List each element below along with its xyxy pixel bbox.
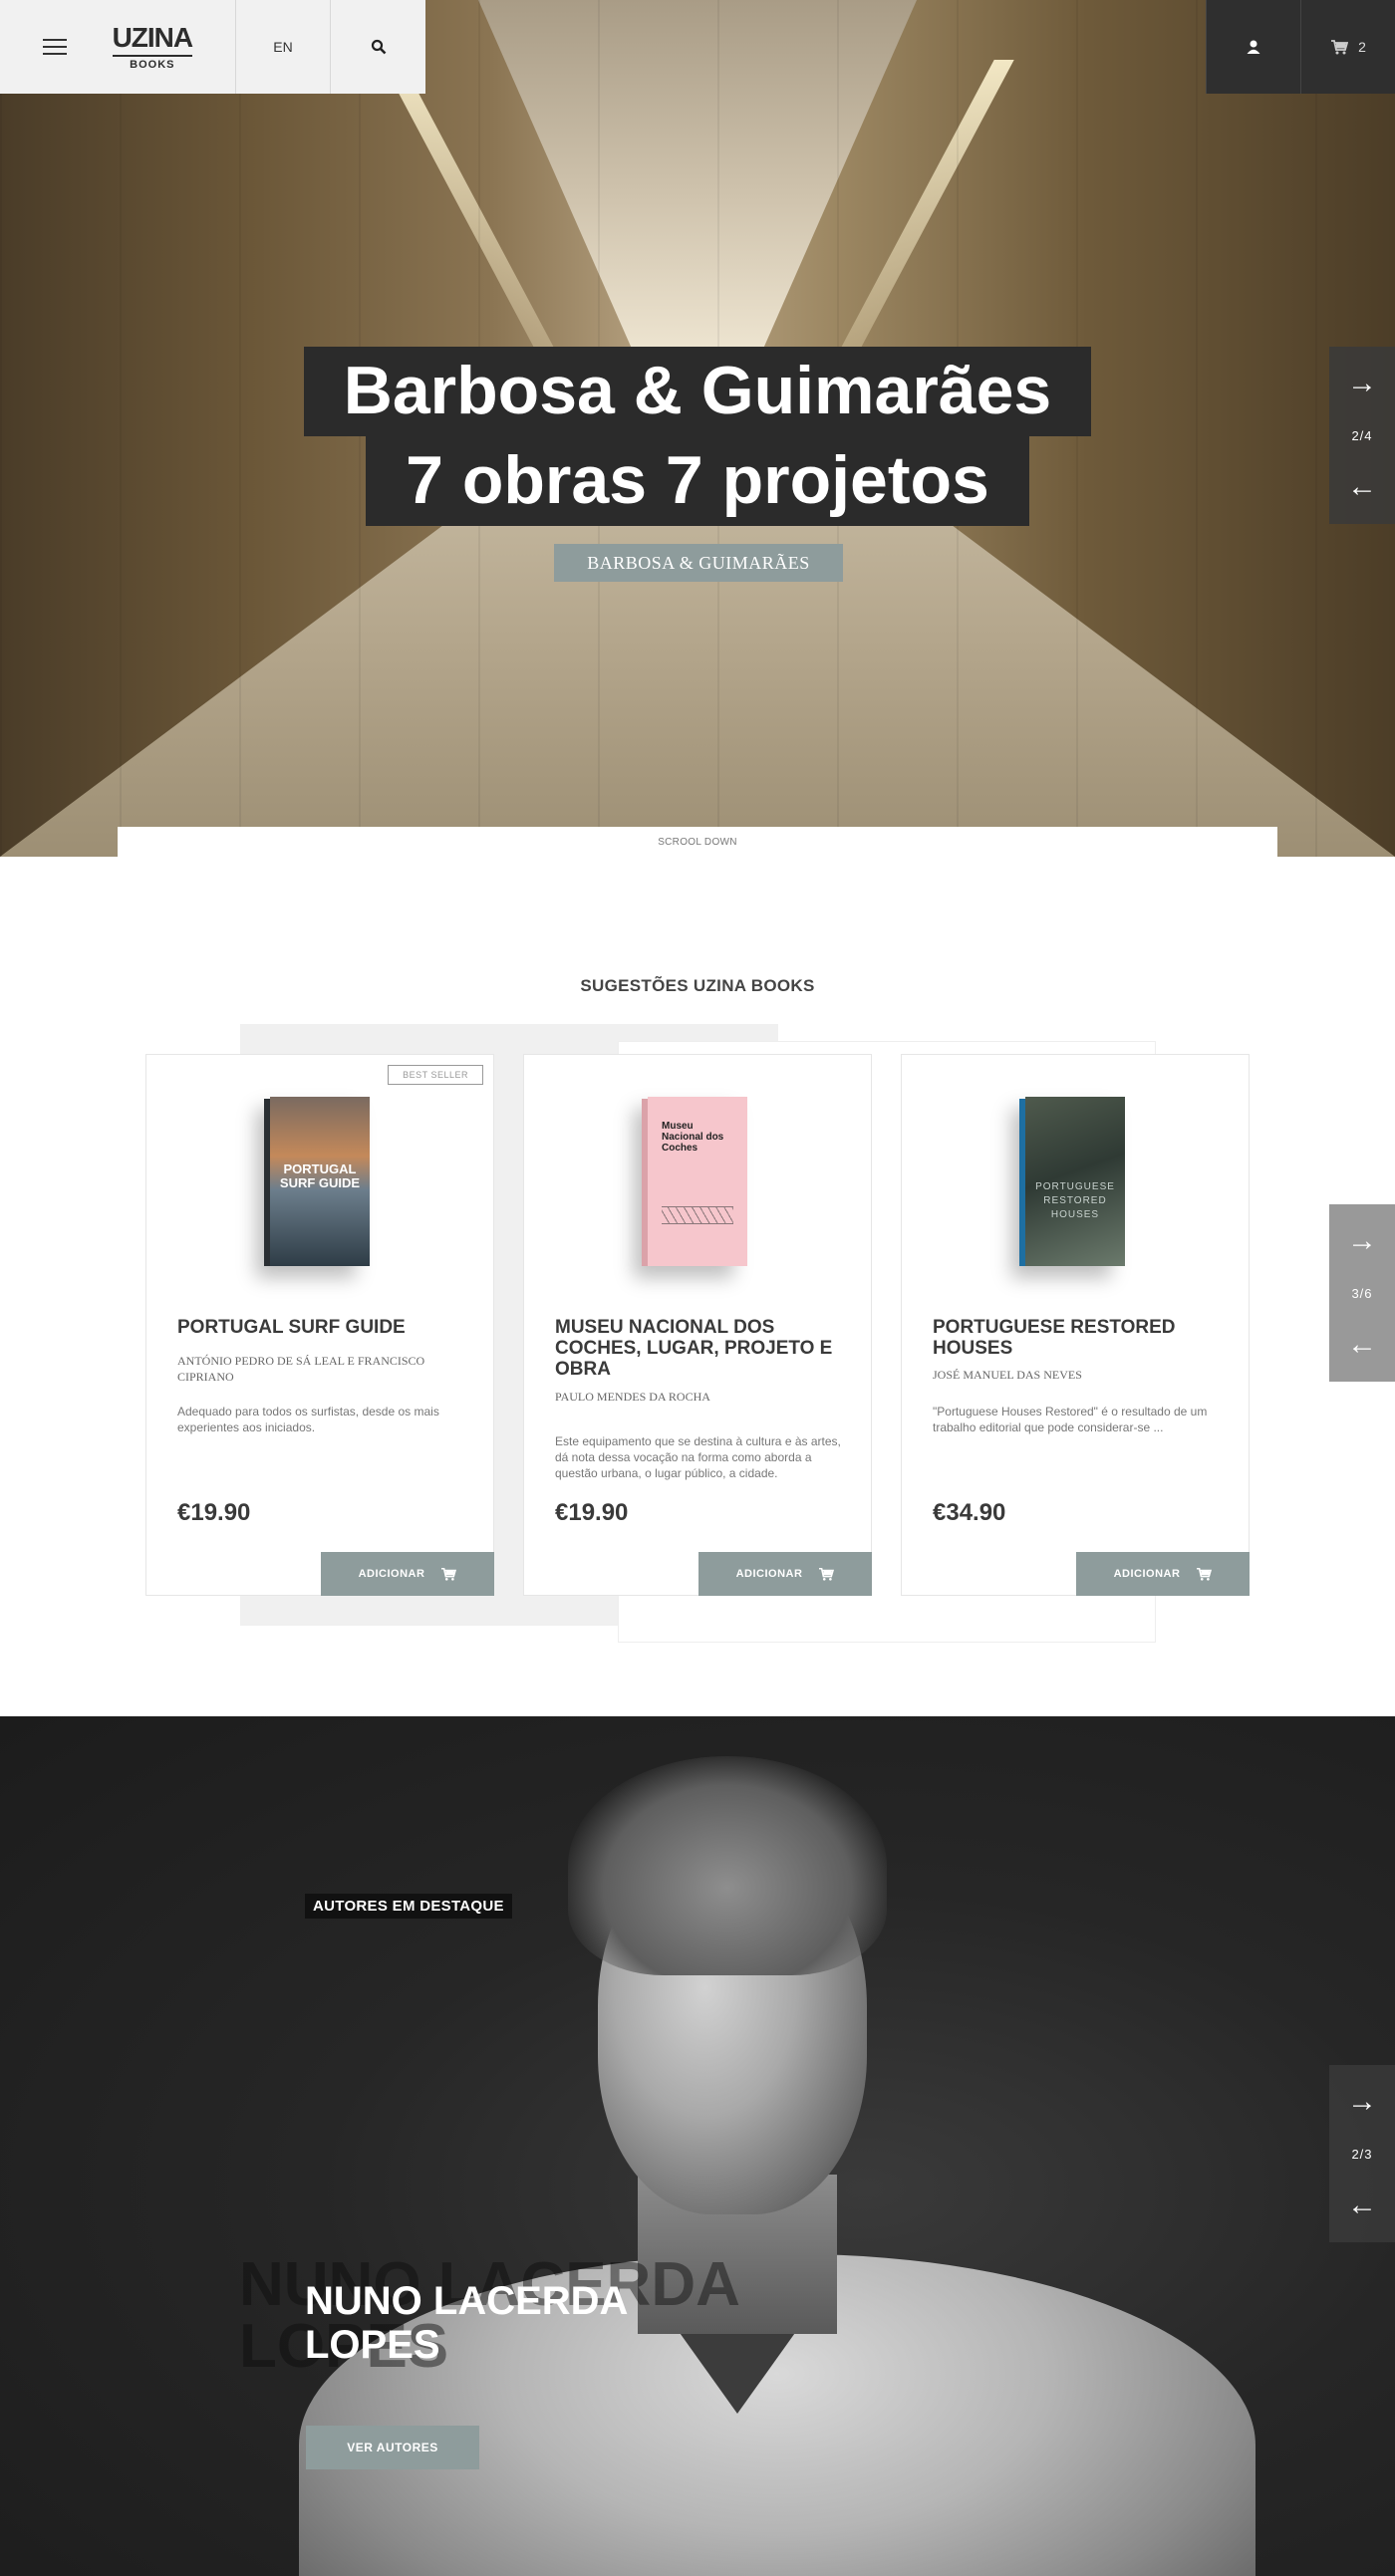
add-to-cart-button[interactable]: ADICIONAR xyxy=(1076,1552,1250,1596)
logo-sub: BOOKS xyxy=(112,54,193,71)
cart-icon xyxy=(1331,40,1349,55)
book-cover-image[interactable]: PORTUGAL SURF GUIDE xyxy=(264,1097,370,1266)
view-authors-button[interactable]: VER AUTORES xyxy=(306,2426,479,2469)
language-switch[interactable]: EN xyxy=(236,0,331,94)
product-title[interactable]: PORTUGAL SURF GUIDE xyxy=(177,1317,466,1339)
menu-logo-cell: UZINA BOOKS xyxy=(0,0,236,94)
book-cover-wrap: PORTUGAL SURF GUIDE xyxy=(146,1097,493,1286)
next-arrow-icon[interactable]: → xyxy=(1347,1226,1377,1256)
product-author: PAULO MENDES DA ROCHA xyxy=(555,1390,710,1404)
book-cover-text: Museu Nacional dos Coches xyxy=(662,1121,724,1154)
product-price: €19.90 xyxy=(555,1499,629,1526)
user-button[interactable] xyxy=(1206,0,1300,94)
book-cover-wrap: Museu Nacional dos Coches xyxy=(524,1097,871,1286)
add-to-cart-label: ADICIONAR xyxy=(358,1568,425,1580)
cart-icon xyxy=(819,1567,835,1581)
book-cover-image[interactable]: PORTUGUESE RESTORED HOUSES xyxy=(1019,1097,1125,1266)
hero-banner: UZINA BOOKS EN 2 Barbosa & Guimarães 7 o… xyxy=(0,0,1395,857)
add-to-cart-label: ADICIONAR xyxy=(735,1568,803,1580)
book-cover-image[interactable]: Museu Nacional dos Coches xyxy=(642,1097,747,1266)
product-carousel: BEST SELLER PORTUGAL SURF GUIDE PORTUGAL… xyxy=(145,1054,1250,1596)
authors-slider-control: → 2/3 ← xyxy=(1329,2065,1395,2242)
book-cover-text: PORTUGUESE RESTORED HOUSES xyxy=(1035,1181,1115,1220)
product-description: "Portuguese Houses Restored" é o resulta… xyxy=(933,1405,1208,1435)
product-author: ANTÓNIO PEDRO DE SÁ LEAL E FRANCISCO CIP… xyxy=(177,1354,425,1384)
logo[interactable]: UZINA BOOKS xyxy=(112,21,194,71)
suggestions-title: SUGESTÕES UZINA BOOKS xyxy=(580,976,815,995)
hero-title: Barbosa & Guimarães 7 obras 7 projetos xyxy=(0,347,1395,526)
search-button[interactable] xyxy=(331,0,425,94)
cart-count: 2 xyxy=(1358,39,1366,55)
featured-authors-section: AUTORES EM DESTAQUE NUNO LACERDA LOPES N… xyxy=(0,1716,1395,2576)
prev-arrow-icon[interactable]: ← xyxy=(1347,472,1377,502)
featured-authors-label: AUTORES EM DESTAQUE xyxy=(305,1894,512,1919)
hero-title-line-1: Barbosa & Guimarães xyxy=(303,347,1092,436)
author-name-line-2: LOPES xyxy=(305,2323,440,2367)
scroll-down-link[interactable]: SCROOL DOWN xyxy=(118,827,1277,857)
account-bar: 2 xyxy=(1206,0,1395,94)
next-arrow-icon[interactable]: → xyxy=(1347,2087,1377,2117)
search-icon xyxy=(371,39,386,55)
product-description: Este equipamento que se destina à cultur… xyxy=(555,1434,841,1481)
hero-title-line-2: 7 obras 7 projetos xyxy=(366,436,1029,526)
hero-slider-control: → 2/4 ← xyxy=(1329,347,1395,524)
cart-button[interactable]: 2 xyxy=(1300,0,1395,94)
top-bar: UZINA BOOKS EN xyxy=(0,0,425,94)
book-cover-wrap: PORTUGUESE RESTORED HOUSES xyxy=(902,1097,1249,1286)
product-card[interactable]: Museu Nacional dos Coches MUSEU NACIONAL… xyxy=(523,1054,872,1596)
cart-icon xyxy=(1197,1567,1213,1581)
suggestions-slide-counter: 3/6 xyxy=(1351,1285,1373,1301)
author-name[interactable]: NUNO LACERDA LOPES xyxy=(305,2279,703,2367)
suggestions-slider-control: → 3/6 ← xyxy=(1329,1204,1395,1382)
product-price: €34.90 xyxy=(933,1499,1006,1526)
product-card[interactable]: BEST SELLER PORTUGAL SURF GUIDE PORTUGAL… xyxy=(145,1054,494,1596)
add-to-cart-button[interactable]: ADICIONAR xyxy=(698,1552,872,1596)
user-icon xyxy=(1247,40,1260,54)
best-seller-badge: BEST SELLER xyxy=(388,1065,483,1085)
logo-main: UZINA xyxy=(112,21,194,53)
add-to-cart-label: ADICIONAR xyxy=(1113,1568,1181,1580)
cart-icon xyxy=(441,1567,457,1581)
next-arrow-icon[interactable]: → xyxy=(1347,369,1377,398)
product-title[interactable]: PORTUGUESE RESTORED HOUSES xyxy=(933,1317,1222,1360)
product-price: €19.90 xyxy=(177,1499,251,1526)
author-name-line-1: NUNO LACERDA xyxy=(305,2279,629,2323)
hero-cta-button[interactable]: BARBOSA & GUIMARÃES xyxy=(554,544,843,582)
book-cover-drawing xyxy=(662,1206,733,1224)
prev-arrow-icon[interactable]: ← xyxy=(1347,2190,1377,2220)
product-card[interactable]: PORTUGUESE RESTORED HOUSES PORTUGUESE RE… xyxy=(901,1054,1250,1596)
hero-slide-counter: 2/4 xyxy=(1351,427,1373,443)
book-cover-text: PORTUGAL SURF GUIDE xyxy=(279,1161,361,1190)
prev-arrow-icon[interactable]: ← xyxy=(1347,1330,1377,1360)
add-to-cart-button[interactable]: ADICIONAR xyxy=(321,1552,494,1596)
menu-icon[interactable] xyxy=(42,39,67,55)
product-description: Adequado para todos os surfistas, desde … xyxy=(177,1405,439,1435)
authors-slide-counter: 2/3 xyxy=(1351,2146,1373,2162)
product-title[interactable]: MUSEU NACIONAL DOS COCHES, LUGAR, PROJET… xyxy=(555,1317,844,1381)
product-author: JOSÉ MANUEL DAS NEVES xyxy=(933,1368,1082,1382)
